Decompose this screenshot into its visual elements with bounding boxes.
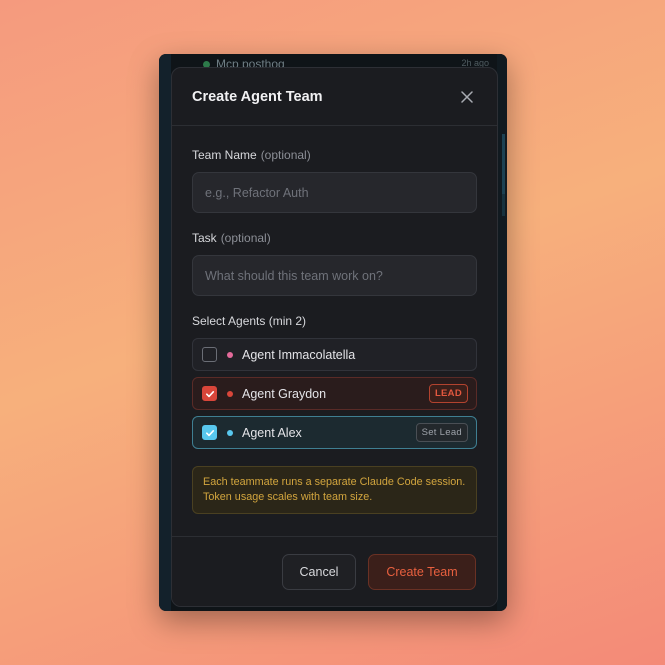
create-agent-team-dialog: Create Agent Team Team Name(optional) Ta… <box>171 67 498 607</box>
team-name-label: Team Name (optional) <box>192 148 311 162</box>
close-icon <box>461 90 473 103</box>
dialog-header: Create Agent Team <box>172 68 497 126</box>
checkbox-checked[interactable] <box>202 425 217 440</box>
token-usage-notice: Each teammate runs a separate Claude Cod… <box>192 466 477 514</box>
dialog-title: Create Agent Team <box>192 88 323 105</box>
task-optional: (optional) <box>220 231 271 245</box>
select-agents-label: Select Agents (min 2) <box>192 314 307 328</box>
agent-color-dot <box>227 390 233 397</box>
lead-badge: LEAD <box>428 384 468 403</box>
close-button[interactable] <box>458 88 476 106</box>
check-icon <box>205 390 214 397</box>
agent-color-dot <box>227 429 233 436</box>
dialog-body: Team Name(optional) Task(optional) Selec… <box>172 148 497 514</box>
set-lead-button[interactable]: Set Lead <box>415 423 468 442</box>
background-scroll-edge <box>497 54 507 611</box>
agent-option-alex[interactable]: Agent Alex Set Lead <box>192 416 477 449</box>
create-team-button[interactable]: Create Team <box>368 553 476 590</box>
cancel-button[interactable]: Cancel <box>282 553 356 590</box>
checkbox-checked[interactable] <box>202 386 217 401</box>
agent-name: Agent Immacolatella <box>242 347 356 362</box>
team-name-optional: (optional) <box>260 148 311 162</box>
task-input[interactable] <box>192 255 477 296</box>
agent-color-dot <box>227 351 233 358</box>
task-label: Task (optional) <box>192 231 271 245</box>
check-icon <box>205 429 214 436</box>
checkbox-unchecked[interactable] <box>202 347 217 362</box>
team-name-input[interactable] <box>192 172 477 213</box>
dialog-footer: Cancel Create Team <box>172 536 497 606</box>
agent-name: Agent Alex <box>242 425 302 440</box>
agent-option-immacolatella[interactable]: Agent Immacolatella <box>192 338 477 371</box>
agent-name: Agent Graydon <box>242 386 327 401</box>
agent-option-graydon[interactable]: Agent Graydon LEAD <box>192 377 477 410</box>
background-sidebar-edge <box>159 54 171 611</box>
